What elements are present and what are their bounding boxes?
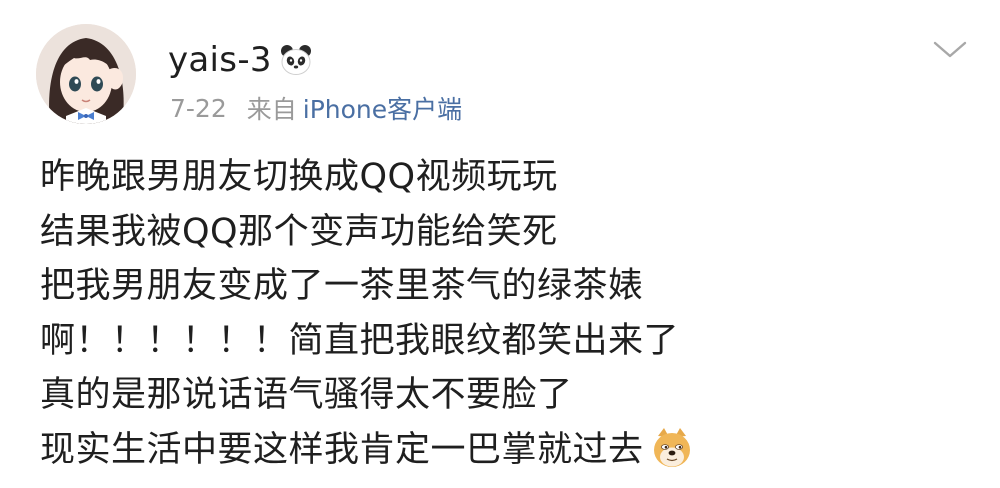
chevron-down-icon[interactable] — [930, 34, 970, 64]
username-row: yais-3 — [168, 36, 314, 84]
username[interactable]: yais-3 — [168, 40, 272, 80]
post-meta: 7-22 来自 iPhone客户端 — [170, 88, 462, 128]
post-date: 7-22 — [170, 93, 227, 123]
panda-emoji-icon — [278, 42, 314, 78]
source-prefix: 来自 — [246, 95, 297, 124]
post-text-line: 昨晚跟男朋友切换成QQ视频玩玩 — [40, 157, 558, 197]
post-text-line: 现实生活中要这样我肯定一巴掌就过去 — [40, 429, 644, 470]
weibo-post: yais-3 7-22 来自 iPhone客户端 昨晚跟男朋友切换成QQ视频玩玩… — [0, 0, 1000, 488]
source-link[interactable]: iPhone客户端 — [303, 90, 462, 126]
post-content: 昨晚跟男朋友切换成QQ视频玩玩 结果我被QQ那个变声功能给笑死 把我男朋友变成了… — [40, 150, 980, 477]
doge-emoji-icon — [650, 426, 694, 470]
avatar[interactable] — [36, 24, 136, 124]
post-text-line: 啊！！！！！！简直把我眼纹都笑出来了 — [40, 320, 680, 361]
anime-girl-avatar-icon — [36, 24, 136, 124]
post-text-line-last: 现实生活中要这样我肯定一巴掌就过去 — [40, 423, 980, 478]
post-text-line: 结果我被QQ那个变声功能给笑死 — [40, 211, 558, 252]
post-text-line: 把我男朋友变成了一茶里茶气的绿茶婊 — [40, 266, 644, 306]
post-text-line: 真的是那说话语气骚得太不要脸了 — [40, 375, 573, 415]
